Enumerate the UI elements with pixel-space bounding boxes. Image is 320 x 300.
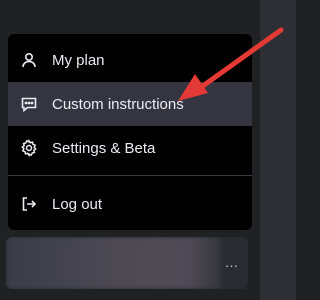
menu-item-settings-beta[interactable]: Settings & Beta	[8, 126, 252, 170]
user-account-row[interactable]: …	[6, 237, 248, 289]
gear-icon	[20, 139, 38, 157]
menu-divider	[8, 175, 252, 176]
menu-item-my-plan[interactable]: My plan	[8, 38, 252, 82]
menu-item-custom-instructions[interactable]: Custom instructions	[8, 82, 252, 126]
menu-item-log-out[interactable]: Log out	[8, 182, 252, 226]
main-panel-edge	[260, 0, 296, 300]
more-options-icon[interactable]: …	[222, 254, 242, 270]
user-icon	[20, 51, 38, 69]
menu-item-label: Log out	[52, 195, 103, 213]
blurred-user-info	[6, 237, 221, 289]
menu-item-label: Custom instructions	[52, 95, 184, 113]
menu-item-label: Settings & Beta	[52, 139, 156, 157]
account-menu: My plan Custom instructions Settings & B…	[8, 34, 252, 230]
menu-item-label: My plan	[52, 51, 105, 69]
chat-dots-icon	[20, 95, 38, 113]
logout-icon	[20, 195, 38, 213]
